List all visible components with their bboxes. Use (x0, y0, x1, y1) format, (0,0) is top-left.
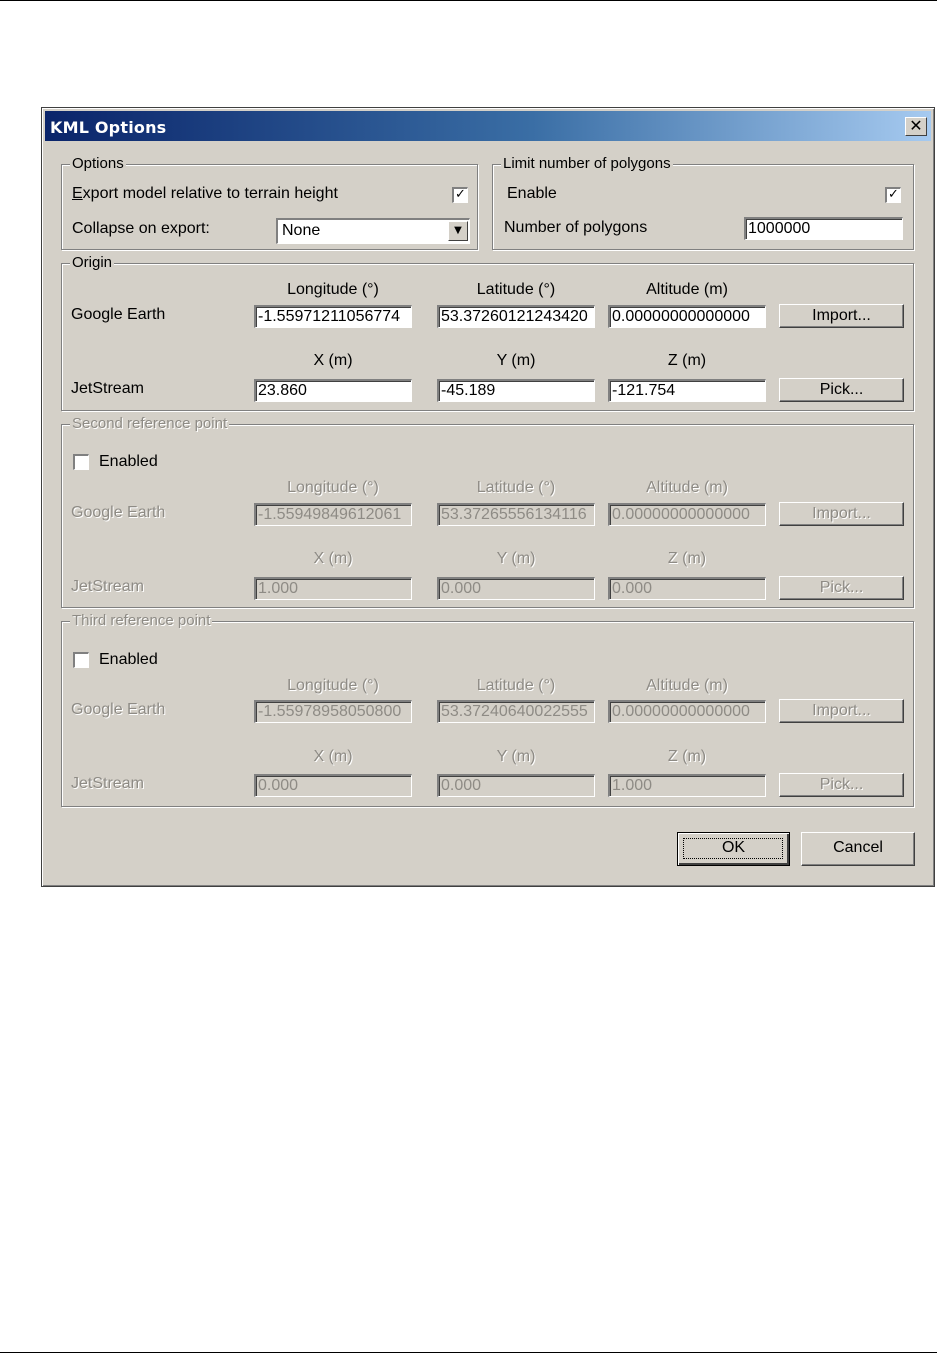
origin-y-input[interactable]: -45.189 (437, 379, 595, 402)
second-altitude-input[interactable]: 0.00000000000000 (608, 503, 766, 526)
google-earth-label: Google Earth (71, 306, 166, 323)
num-polygons-label: Number of polygons (504, 219, 648, 236)
close-button[interactable]: ✕ (905, 117, 927, 136)
origin-import-button[interactable]: Import... (779, 304, 904, 328)
origin-altitude-input[interactable]: 0.00000000000000 (608, 305, 766, 328)
third-altitude-header: Altitude (m) (646, 677, 728, 694)
origin-z-input[interactable]: -121.754 (608, 379, 766, 402)
third-latitude-input[interactable]: 53.37240640022555 (437, 700, 595, 723)
second-enabled-label: Enabled (99, 453, 158, 470)
second-jetstream-label: JetStream (71, 578, 144, 595)
second-x-input[interactable]: 1.000 (254, 577, 412, 600)
collapse-value: None (282, 222, 321, 239)
second-pick-button[interactable]: Pick... (779, 576, 904, 600)
kml-options-dialog: KML Options ✕ Options Export model relat… (41, 107, 935, 887)
chevron-down-icon[interactable]: ▼ (448, 221, 468, 241)
close-icon: ✕ (909, 116, 923, 135)
ok-button[interactable]: OK (677, 832, 790, 866)
third-pick-button[interactable]: Pick... (779, 773, 904, 797)
second-y-header: Y (m) (496, 550, 536, 567)
collapse-label: Collapse on export: (72, 220, 210, 237)
third-reference-legend: Third reference point (70, 612, 213, 629)
third-altitude-input[interactable]: 0.00000000000000 (608, 700, 766, 723)
collapse-select[interactable]: None ▼ (276, 218, 470, 244)
y-header: Y (m) (496, 352, 536, 369)
export-relative-checkbox[interactable]: ✓ (452, 187, 468, 203)
latitude-header: Latitude (°) (476, 281, 556, 298)
cancel-button[interactable]: Cancel (801, 832, 915, 866)
third-y-input[interactable]: 0.000 (437, 774, 595, 797)
origin-latitude-input[interactable]: 53.37260121243420 (437, 305, 595, 328)
third-latitude-header: Latitude (°) (476, 677, 556, 694)
second-y-input[interactable]: 0.000 (437, 577, 595, 600)
third-import-button[interactable]: Import... (779, 699, 904, 723)
third-reference-group: Third reference point Enabled Longitude … (61, 612, 914, 807)
second-enabled-checkbox[interactable] (73, 454, 89, 470)
z-header: Z (m) (667, 352, 707, 369)
altitude-header: Altitude (m) (646, 281, 728, 298)
third-x-input[interactable]: 0.000 (254, 774, 412, 797)
export-relative-label: Export model relative to terrain height (72, 185, 338, 203)
limit-enable-checkbox[interactable]: ✓ (885, 187, 901, 203)
second-z-input[interactable]: 0.000 (608, 577, 766, 600)
third-enabled-label: Enabled (99, 651, 158, 668)
limit-polygons-legend: Limit number of polygons (501, 155, 673, 172)
second-longitude-input[interactable]: -1.55949849612061 (254, 503, 412, 526)
limit-enable-label: Enable (507, 185, 557, 202)
longitude-header: Longitude (°) (287, 281, 379, 298)
third-longitude-input[interactable]: -1.55978958050800 (254, 700, 412, 723)
third-jetstream-label: JetStream (71, 775, 144, 792)
jetstream-label: JetStream (71, 380, 144, 397)
origin-longitude-input[interactable]: -1.55971211056774 (254, 305, 412, 328)
dialog-title: KML Options (50, 118, 167, 137)
origin-x-input[interactable]: 23.860 (254, 379, 412, 402)
page-bottom-rule (0, 1352, 937, 1353)
third-y-header: Y (m) (496, 748, 536, 765)
second-latitude-input[interactable]: 53.37265556134116 (437, 503, 595, 526)
page-top-rule (0, 0, 937, 1)
title-bar[interactable]: KML Options ✕ (45, 111, 931, 141)
second-latitude-header: Latitude (°) (476, 479, 556, 496)
origin-pick-button[interactable]: Pick... (779, 378, 904, 402)
num-polygons-input[interactable]: 1000000 (744, 217, 903, 240)
third-z-header: Z (m) (667, 748, 707, 765)
third-z-input[interactable]: 1.000 (608, 774, 766, 797)
second-longitude-header: Longitude (°) (287, 479, 379, 496)
second-reference-group: Second reference point Enabled Longitude… (61, 415, 914, 608)
second-x-header: X (m) (313, 550, 353, 567)
options-group: Options Export model relative to terrain… (61, 155, 478, 250)
export-relative-accesskey: E (72, 185, 83, 202)
second-altitude-header: Altitude (m) (646, 479, 728, 496)
second-reference-legend: Second reference point (70, 415, 230, 432)
focus-rect (683, 838, 783, 859)
third-google-earth-label: Google Earth (71, 701, 166, 718)
second-google-earth-label: Google Earth (71, 504, 166, 521)
origin-group: Origin Longitude (°) Latitude (°) Altitu… (61, 254, 914, 411)
origin-legend: Origin (70, 254, 115, 271)
third-longitude-header: Longitude (°) (287, 677, 379, 694)
third-x-header: X (m) (313, 748, 353, 765)
limit-polygons-group: Limit number of polygons Enable ✓ Number… (492, 155, 914, 250)
third-enabled-checkbox[interactable] (73, 652, 89, 668)
x-header: X (m) (313, 352, 353, 369)
export-relative-label-text: xport model relative to terrain height (82, 185, 338, 202)
options-legend: Options (70, 155, 126, 172)
second-z-header: Z (m) (667, 550, 707, 567)
second-import-button[interactable]: Import... (779, 502, 904, 526)
